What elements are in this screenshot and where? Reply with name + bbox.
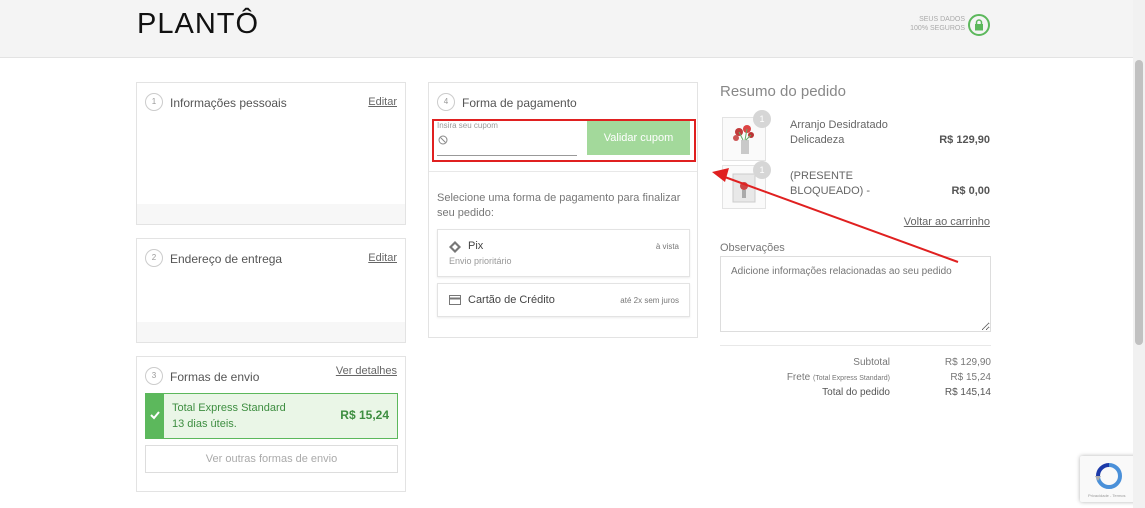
page-scrollbar[interactable]	[1133, 0, 1145, 508]
recaptcha-footer[interactable]: Privacidade - Termos	[1088, 493, 1126, 498]
recaptcha-icon	[1095, 463, 1122, 489]
scrollbar-thumb[interactable]	[1135, 60, 1143, 345]
annotation-arrow	[712, 168, 959, 263]
recaptcha-badge[interactable]: Privacidade - Termos	[1080, 456, 1140, 502]
